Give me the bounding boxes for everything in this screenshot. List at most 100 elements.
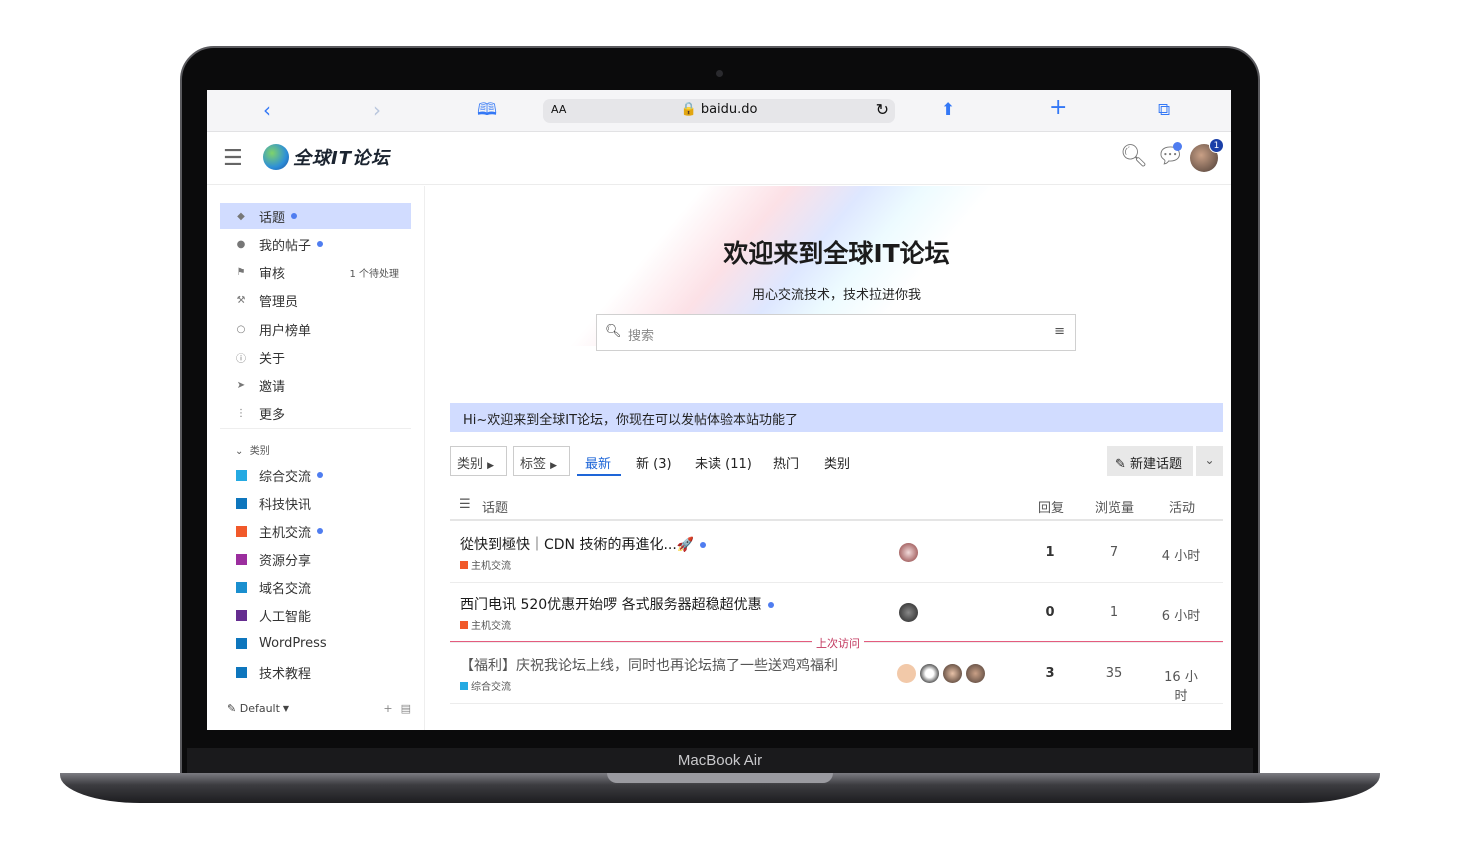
sidebar-item-review[interactable]: ⚑ 审核 1 个待处理 [220, 259, 411, 285]
edit-icon: ✎ [1115, 457, 1126, 472]
search-icon[interactable]: 🔍︎ [1120, 144, 1148, 169]
avatar[interactable] [899, 543, 918, 562]
review-count: 1 个待处理 [349, 268, 399, 280]
avatar[interactable] [943, 664, 962, 683]
caret-down-icon: ▼ [282, 704, 290, 713]
list-icon[interactable]: ☰ [459, 497, 471, 512]
globe-icon [263, 144, 289, 170]
table-row[interactable]: 從快到極快｜CDN 技術的再進化...🚀 主机交流 1 7 4 小时 [450, 523, 1223, 583]
avatar[interactable] [920, 664, 939, 683]
category-item[interactable]: 资源分享 [220, 546, 411, 572]
sidebar: ◆ 话题 ● 我的帖子 ⚑ 审核 1 个待处理 ⚒ 管理员 ○ 用户榜单 ⓘ 关于 ➤ 邀请 ⋮… [207, 186, 425, 730]
welcome-banner: 欢迎来到全球IT论坛 用心交流技术，技术拉进你我 🔍︎ 搜索 ≡ [450, 186, 1223, 386]
search-input[interactable]: 🔍︎ 搜索 ≡ [596, 314, 1076, 351]
new-topic-button[interactable]: ✎ 新建话题 [1107, 446, 1193, 476]
topic-nav: 类别 ▶ 标签 ▶ 最新 新 (3) 未读 (11) 热门 类别 ✎ 新建话题 … [450, 446, 1223, 478]
new-topic-label: 新建话题 [1130, 457, 1183, 472]
sidebar-item-about[interactable]: ⓘ 关于 [220, 344, 411, 370]
main-content: 欢迎来到全球IT论坛 用心交流技术，技术拉进你我 🔍︎ 搜索 ≡ Hi~欢迎来到… [450, 186, 1223, 730]
header-topic[interactable]: 话题 [482, 497, 508, 516]
sidebar-item-invite[interactable]: ➤ 邀请 [220, 372, 411, 398]
activity-time[interactable]: 4 小时 [1161, 545, 1201, 564]
unread-dot [317, 241, 324, 247]
topic-title[interactable]: 【福利】庆祝我论坛上线，同时也再论坛搞了一些送鸡鸡福利 [460, 655, 838, 675]
table-row[interactable]: 西门电讯 520优惠开始啰 各式服务器超稳超优惠 主机交流 0 1 6 小时 [450, 583, 1223, 643]
category-swatch [236, 666, 247, 678]
category-item[interactable]: 技术教程 [220, 659, 411, 685]
category-label: 科技快讯 [259, 497, 312, 513]
header-views[interactable]: 浏览量 [1095, 497, 1134, 516]
category-item[interactable]: 科技快讯 [220, 490, 411, 516]
wrench-icon: ⚒ [236, 294, 246, 306]
search-icon: 🔍︎ [605, 324, 622, 339]
category-dropdown-label: 类别 [457, 457, 484, 472]
tab-unread[interactable]: 未读 (11) [695, 453, 752, 472]
view-count: 35 [1105, 666, 1123, 681]
theme-selector[interactable]: Default [240, 702, 280, 715]
topic-category[interactable]: 主机交流 [460, 617, 511, 632]
unread-dot [291, 213, 298, 219]
tab-hot[interactable]: 热门 [773, 453, 799, 472]
category-item[interactable]: WordPress [220, 630, 411, 656]
topic-category[interactable]: 综合交流 [460, 678, 511, 693]
category-label: 人工智能 [259, 609, 312, 625]
reply-count: 3 [1045, 666, 1055, 681]
send-icon: ➤ [236, 379, 246, 391]
reload-icon[interactable]: ↻ [876, 100, 889, 119]
topic-title[interactable]: 西门电讯 520优惠开始啰 各式服务器超稳超优惠 [460, 594, 774, 614]
sidebar-item-users[interactable]: ○ 用户榜单 [220, 316, 411, 342]
category-item[interactable]: 主机交流 [220, 518, 411, 544]
more-icon: ⋮ [236, 407, 246, 419]
sidebar-item-topics[interactable]: ◆ 话题 [220, 203, 411, 229]
activity-time[interactable]: 6 小时 [1161, 605, 1201, 624]
active-tab-indicator [577, 474, 621, 476]
category-dropdown[interactable]: 类别 ▶ [450, 446, 507, 476]
unread-dot [700, 542, 707, 548]
sidebar-item-my-posts[interactable]: ● 我的帖子 [220, 231, 411, 257]
menu-icon[interactable]: ☰ [223, 146, 243, 171]
camera [716, 70, 723, 77]
filter-options-icon[interactable]: ≡ [1054, 324, 1065, 339]
avatar[interactable] [899, 603, 918, 622]
chevron-right-icon[interactable]: › [373, 100, 381, 120]
activity-time[interactable]: 16 小时 [1161, 666, 1201, 704]
add-icon[interactable]: + [383, 702, 392, 715]
site-logo[interactable]: 全球IT论坛 [263, 144, 390, 170]
category-item[interactable]: 域名交流 [220, 574, 411, 600]
tabs-icon[interactable]: ⧉ [1158, 100, 1170, 120]
unread-dot [317, 528, 324, 534]
new-topic-dropdown[interactable]: ⌄ [1196, 446, 1223, 476]
plus-icon[interactable]: + [1049, 97, 1067, 119]
info-icon: ⓘ [236, 353, 246, 365]
reply-count: 0 [1045, 605, 1055, 620]
category-item[interactable]: 人工智能 [220, 602, 411, 628]
share-icon[interactable]: ⬆ [941, 100, 955, 120]
tag-dropdown[interactable]: 标签 ▶ [513, 446, 570, 476]
table-row[interactable]: 【福利】庆祝我论坛上线，同时也再论坛搞了一些送鸡鸡福利 综合交流 3 35 16… [450, 644, 1223, 704]
sidebar-item-admin[interactable]: ⚒ 管理员 [220, 287, 411, 313]
chevron-left-icon[interactable]: ‹ [263, 100, 271, 120]
category-item[interactable]: 综合交流 [220, 462, 411, 488]
forum-header: ☰ 全球IT论坛 🔍︎ 💬︎ 1 [207, 132, 1231, 185]
sidebar-footer: ✎ Default ▼ + ▤ [227, 702, 411, 715]
header-replies[interactable]: 回复 [1038, 497, 1064, 516]
reply-count: 1 [1045, 545, 1055, 560]
tab-new[interactable]: 新 (3) [636, 453, 672, 472]
topic-category[interactable]: 主机交流 [460, 557, 511, 572]
topic-title[interactable]: 從快到極快｜CDN 技術的再進化...🚀 [460, 534, 707, 554]
users-icon: ○ [236, 323, 246, 335]
keyboard-icon[interactable]: ▤ [401, 702, 411, 715]
banner-subtitle: 用心交流技术，技术拉进你我 [751, 288, 921, 303]
view-count: 7 [1109, 545, 1119, 560]
address-bar[interactable]: AA 🔒 baidu.do ↻ [543, 99, 895, 123]
book-icon[interactable]: 🕮 [477, 100, 497, 120]
categories-section-header[interactable]: ⌄ 类别 [235, 442, 270, 457]
sidebar-divider [220, 428, 411, 429]
tab-latest[interactable]: 最新 [585, 453, 611, 472]
brush-icon: ✎ [227, 702, 237, 715]
avatar[interactable] [897, 664, 916, 683]
sidebar-item-more[interactable]: ⋮ 更多 [220, 400, 411, 426]
tab-categories[interactable]: 类别 [824, 453, 850, 472]
header-activity[interactable]: 活动 [1169, 497, 1195, 516]
avatar[interactable] [966, 664, 985, 683]
